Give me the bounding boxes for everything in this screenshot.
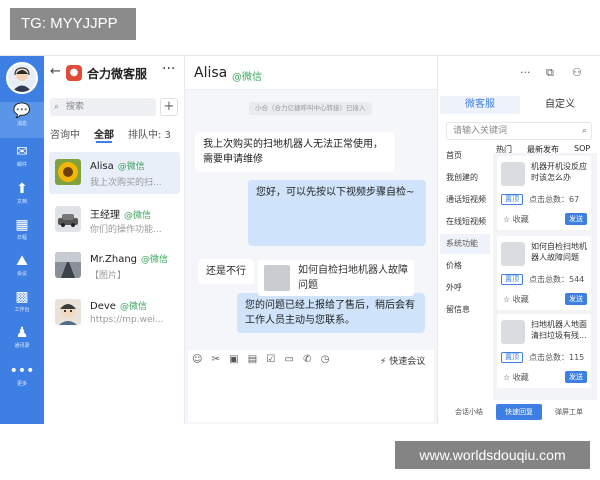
watermark-top: TG: MYYJJPP [10, 8, 136, 40]
send-button[interactable]: 发送 [565, 371, 587, 383]
tab-custom[interactable]: 自定义 [520, 96, 600, 114]
car-avatar [55, 206, 81, 232]
favorite-button[interactable]: ☆ 收藏 [503, 372, 529, 383]
rail-item-docs[interactable]: ⬆ 文档 [0, 180, 44, 216]
grid-icon: ▩ [15, 289, 29, 305]
tab-all[interactable]: 全部 [94, 126, 114, 141]
bottom-tabs: 会话小结 快速回复 弹屏工单 [438, 400, 600, 422]
chat-panel: Alisa @微信 小合（合力亿捷呼叫中心转接）已接入 我上次购买的扫地机器人无… [185, 56, 437, 424]
mail-icon: ✉ [16, 144, 28, 160]
send-button[interactable]: 发送 [565, 293, 587, 305]
category-created[interactable]: 我创建的 [440, 168, 490, 188]
category-system[interactable]: 系统功能 [440, 234, 490, 254]
category-price[interactable]: 价格 [440, 256, 490, 276]
chat-title: Alisa [194, 65, 228, 81]
favorite-button[interactable]: ☆ 收藏 [503, 294, 529, 305]
upload-icon: ⬆ [16, 181, 28, 197]
brand-logo-icon: ● [66, 65, 82, 81]
rail-item-meeting[interactable]: ⛰ 会议 [0, 252, 44, 288]
conversation-item[interactable]: Deve @微信 https://mp.wei... [49, 292, 180, 334]
more-dots-icon: ••• [9, 363, 35, 379]
message-bubble-left: 还是不行 [198, 259, 254, 284]
cartoon-avatar [55, 299, 81, 325]
contact-search-input[interactable]: ⌕ 搜索 [50, 98, 156, 116]
tab-micro-service[interactable]: 微客服 [440, 96, 520, 114]
tab-quick-reply[interactable]: 快速回复 [496, 404, 542, 420]
search-icon: ⌕ [581, 126, 587, 136]
org-chart-icon: ♟ [15, 325, 29, 341]
tab-latest[interactable]: 最新发布 [527, 144, 559, 155]
add-button[interactable]: + [160, 98, 178, 116]
tab-underline [96, 141, 112, 143]
add-user-icon[interactable]: ⚇ [572, 66, 582, 79]
system-notice: 小合（合力亿捷呼叫中心转接）已接入 [249, 102, 372, 115]
screen-share-icon[interactable]: ⧉ [546, 66, 554, 80]
road-avatar [55, 252, 81, 278]
message-bubble-right: 您的问题已经上报给了售后，稍后会有工作人员主动与您联系。 [237, 293, 425, 333]
send-button[interactable]: 发送 [565, 213, 587, 225]
search-icon: ⌕ [54, 102, 60, 112]
conversation-panel: ← ● 合力微客服 ··· ⌕ 搜索 + 咨询中 全部 排队中: 3 Alisa… [44, 56, 185, 424]
app-window: 💬 消息 ✉ 邮件 ⬆ 文档 ▦ 日程 ⛰ 会议 ▩ 工作台 ♟ 通讯录 ••• [0, 55, 600, 424]
rail-item-contacts[interactable]: ♟ 通讯录 [0, 324, 44, 360]
category-home[interactable]: 首页 [440, 146, 490, 166]
conversation-item[interactable]: Mr.Zhang @微信 【图片】 [49, 245, 180, 287]
favorite-button[interactable]: ☆ 收藏 [503, 214, 529, 225]
chat-source: @微信 [232, 72, 262, 83]
knowledge-item: 如何自检扫地机器人故障问题 置顶 点击总数：544 ☆ 收藏 发送 [497, 236, 591, 310]
video-thumbnail [264, 265, 290, 291]
category-message[interactable]: 留信息 [440, 300, 490, 320]
calendar-icon: ▦ [15, 217, 29, 233]
item-thumbnail [501, 162, 525, 186]
conversation-header: ← ● 合力微客服 ··· [44, 56, 185, 90]
conversation-item[interactable]: 王经理 @微信 你们的操作功能... [49, 199, 180, 241]
knowledge-item: 机器开机没反应时该怎么办 置顶 点击总数：67 ☆ 收藏 发送 [497, 156, 591, 230]
category-online-video[interactable]: 在线短视频 [440, 212, 490, 232]
item-thumbnail [501, 242, 525, 266]
rail-item-mail[interactable]: ✉ 邮件 [0, 143, 44, 179]
nav-rail: 💬 消息 ✉ 邮件 ⬆ 文档 ▦ 日程 ⛰ 会议 ▩ 工作台 ♟ 通讯录 ••• [0, 56, 44, 424]
category-outbound[interactable]: 外呼 [440, 278, 490, 298]
more-options-icon[interactable]: ··· [162, 61, 175, 77]
compose-toolbar-icons[interactable]: ☺ ✂ ▣ ▤ ☑ ▭ ✆ ◷ [192, 354, 332, 365]
message-bubble-left: 我上次购买的扫地机器人无法正常使用，需要申请维修 [195, 132, 395, 172]
chat-bubble-icon: 💬 [13, 103, 31, 119]
knowledge-search-input[interactable]: 请输入关键词 ⌕ [446, 122, 592, 140]
tab-summary[interactable]: 会话小结 [446, 404, 492, 420]
back-arrow-icon[interactable]: ← [50, 64, 61, 79]
watermark-bottom: www.worldsdouqiu.com [395, 441, 590, 469]
rail-item-workbench[interactable]: ▩ 工作台 [0, 288, 44, 324]
tab-hot[interactable]: 热门 [496, 144, 512, 155]
rail-item-messages[interactable]: 💬 消息 [0, 102, 44, 138]
tab-consulting[interactable]: 咨询中 [50, 126, 80, 141]
quick-meeting-button[interactable]: ⚡ 快速会议 [380, 354, 425, 367]
video-card[interactable]: 如何自检扫地机器人故障问题 [258, 260, 414, 296]
more-options-icon[interactable]: ··· [520, 66, 531, 79]
compose-area[interactable]: ☺ ✂ ▣ ▤ ☑ ▭ ✆ ◷ ⚡ 快速会议 [188, 350, 434, 422]
image-icon: ⛰ [16, 253, 28, 269]
conversation-tabs: 咨询中 全部 排队中: 3 [50, 126, 180, 142]
tab-queue[interactable]: 排队中: 3 [128, 126, 171, 141]
item-thumbnail [501, 320, 525, 344]
rail-item-more[interactable]: ••• 更多 [0, 362, 44, 398]
sunflower-avatar [55, 159, 81, 185]
conversation-item[interactable]: Alisa @微信 我上次购买的扫... [49, 152, 180, 194]
knowledge-item: 扫地机器人地面清扫垃圾有残... 置顶 点击总数：115 ☆ 收藏 发送 [497, 314, 591, 388]
rail-item-calendar[interactable]: ▦ 日程 [0, 216, 44, 252]
message-bubble-right: 您好，可以先按以下视频步骤自检~ [248, 180, 426, 246]
tab-ticket[interactable]: 弹屏工单 [546, 404, 592, 420]
agent-avatar[interactable] [6, 62, 38, 94]
brand-name: 合力微客服 [87, 67, 148, 81]
knowledge-panel: ··· ⧉ ⚇ 微客服 自定义 请输入关键词 ⌕ 热门 最新发布 SOP 首页 … [437, 56, 600, 424]
tab-sop[interactable]: SOP [574, 144, 590, 153]
chat-header: Alisa @微信 [185, 56, 437, 90]
category-call-video[interactable]: 通话短视频 [440, 190, 490, 210]
